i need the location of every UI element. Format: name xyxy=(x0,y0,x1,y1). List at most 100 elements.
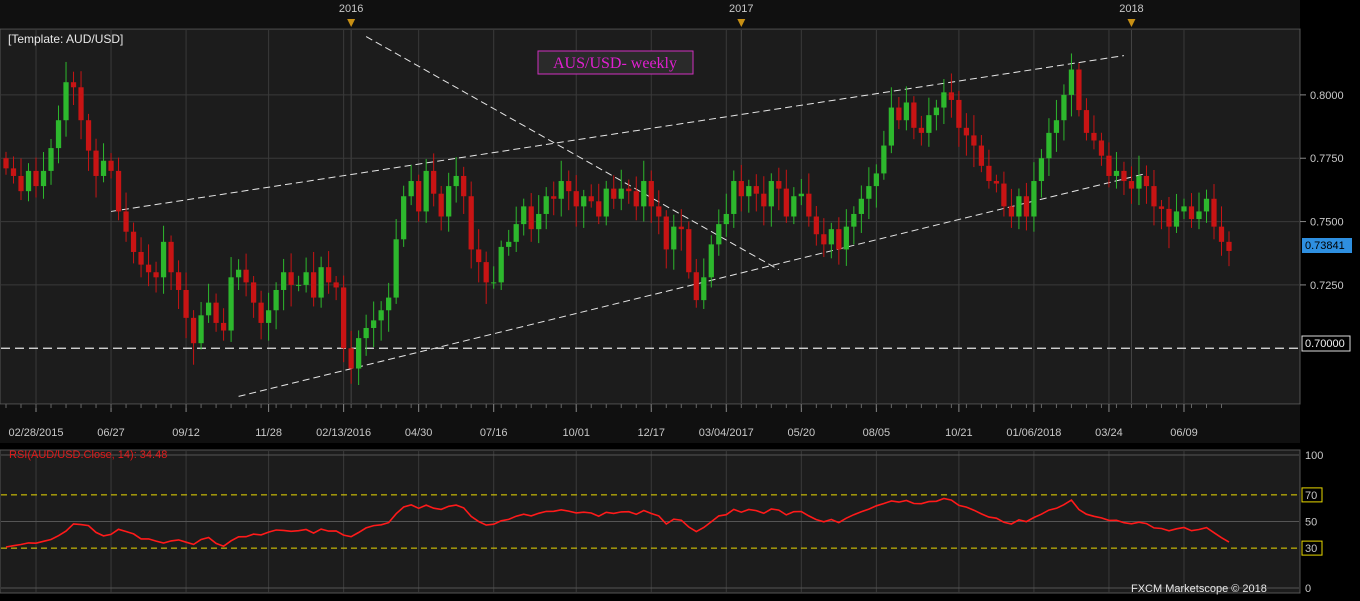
candle-down xyxy=(431,170,437,194)
candle-down xyxy=(1158,206,1165,209)
candle-down xyxy=(250,282,257,303)
candle-up xyxy=(731,181,737,214)
candle-down xyxy=(416,181,422,212)
candle-down xyxy=(310,272,317,298)
candle-down xyxy=(168,241,174,273)
candle-down xyxy=(1211,198,1217,227)
candle-up xyxy=(881,145,887,174)
candle-down xyxy=(1001,183,1007,207)
candle-up xyxy=(371,320,377,328)
candle-up xyxy=(1046,132,1052,159)
candle-up xyxy=(1181,206,1187,212)
candle-down xyxy=(1128,181,1135,189)
candle-up xyxy=(160,241,167,278)
candle-down xyxy=(806,193,812,217)
candle-down xyxy=(1121,170,1127,182)
x-tick-label: 03/04/2017 xyxy=(699,427,754,439)
candle-down xyxy=(588,196,594,202)
candle-down xyxy=(573,191,579,207)
x-tick-label: 06/09 xyxy=(1170,427,1198,439)
candle-up xyxy=(386,297,392,311)
candle-down xyxy=(1166,208,1172,227)
candle-up xyxy=(933,107,940,116)
candle-down xyxy=(476,249,482,263)
year-label: 2016 xyxy=(339,3,363,15)
candle-up xyxy=(280,272,287,290)
candle-down xyxy=(438,193,444,217)
x-tick-label: 08/05 xyxy=(863,427,891,439)
candle-down xyxy=(626,188,632,192)
candle-down xyxy=(1143,175,1150,187)
candle-up xyxy=(198,315,204,344)
candle-down xyxy=(348,348,354,369)
candle-down xyxy=(911,102,917,128)
candle-up xyxy=(446,186,452,217)
candle-up xyxy=(521,206,527,225)
candle-up xyxy=(843,226,849,250)
candle-up xyxy=(235,269,242,278)
candle-down xyxy=(956,99,962,128)
candle-down xyxy=(213,302,219,323)
candle-down xyxy=(78,87,84,121)
candle-up xyxy=(100,160,107,176)
candle-down xyxy=(1083,110,1090,133)
candle-up xyxy=(63,82,69,121)
x-tick-label: 07/16 xyxy=(480,427,508,439)
candle-up xyxy=(228,277,234,331)
candle-up xyxy=(1053,120,1060,133)
candle-up xyxy=(866,186,872,199)
candle-up xyxy=(1016,196,1022,217)
candle-up xyxy=(205,302,212,316)
candle-down xyxy=(551,196,557,199)
rsi-title: RSI(AUD/USD.Close, 14): 34.48 xyxy=(9,449,167,461)
candle-down xyxy=(776,181,782,189)
candle-down xyxy=(33,170,39,187)
chart-stage: 02/28/2015 06/27 09/12 11/28 02/13/2016 04/30… xyxy=(0,0,1360,596)
candle-up xyxy=(558,181,564,199)
candle-up xyxy=(55,120,62,149)
copyright: FXCM Marketscope © 2018 xyxy=(1131,583,1267,595)
candle-down xyxy=(566,181,572,192)
candle-down xyxy=(341,287,347,349)
candle-up xyxy=(423,170,429,212)
candle-up xyxy=(858,198,864,214)
candle-up xyxy=(1173,211,1180,227)
x-tick-label: 01/06/2018 xyxy=(1006,427,1061,439)
candle-down xyxy=(896,107,902,121)
candle-down xyxy=(288,272,294,285)
candle-up xyxy=(873,173,879,187)
candle-down xyxy=(1008,206,1015,217)
candle-up xyxy=(318,267,324,298)
candle-down xyxy=(85,120,92,151)
candle-up xyxy=(408,181,414,197)
x-tick-label: 11/28 xyxy=(255,427,282,439)
template-label: [Template: AUD/USD] xyxy=(8,32,123,46)
rsi-y-label: 100 xyxy=(1305,450,1323,462)
candle-up xyxy=(498,246,504,283)
candle-up xyxy=(581,196,587,207)
candle-up xyxy=(363,327,369,339)
x-tick-label: 10/21 xyxy=(945,427,973,439)
candle-down xyxy=(978,145,985,166)
candle-up xyxy=(716,224,722,245)
candle-up xyxy=(941,92,947,108)
candle-down xyxy=(656,206,662,217)
candle-down xyxy=(461,175,467,197)
candle-down xyxy=(1106,155,1112,176)
candle-down xyxy=(3,158,9,169)
candle-up xyxy=(1038,158,1045,182)
candle-up xyxy=(265,310,272,323)
candle-up xyxy=(25,170,32,192)
candle-up xyxy=(303,272,309,285)
candle-down xyxy=(1226,241,1232,251)
candle-down xyxy=(220,322,227,331)
candle-down xyxy=(123,211,129,232)
candle-down xyxy=(258,302,264,323)
candle-up xyxy=(828,229,834,245)
candle-up xyxy=(453,175,459,187)
year-label: 2018 xyxy=(1119,3,1143,15)
candle-down xyxy=(596,201,602,217)
y-tick-label: 0.7500 xyxy=(1310,217,1344,229)
x-tick-label: 03/24 xyxy=(1095,427,1123,439)
candle-up xyxy=(798,193,804,197)
